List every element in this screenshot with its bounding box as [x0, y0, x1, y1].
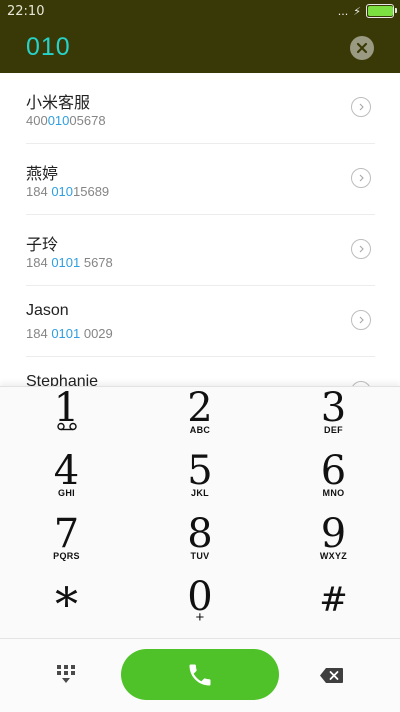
key-letters: GHI — [58, 488, 75, 498]
key-hash[interactable]: # — [267, 576, 400, 639]
chevron-right-icon — [359, 103, 364, 111]
contact-number: 184 01015689 — [26, 184, 110, 199]
contact-number: 184 0101 5678 — [26, 255, 113, 270]
key-digit: # — [319, 580, 348, 620]
contact-item[interactable]: 小米客服 40001005678 — [26, 73, 375, 144]
key-3[interactable]: 3 DEF — [267, 387, 400, 450]
battery-icon — [366, 4, 397, 18]
chevron-right-icon — [359, 316, 364, 324]
dialer-header: 22:10 ... ⚡ 010 — [0, 0, 400, 73]
key-digit: 6 — [320, 448, 347, 494]
matched-digits: 010 — [47, 113, 70, 128]
key-star[interactable]: * — [0, 576, 133, 639]
keypad-toggle-button[interactable] — [56, 664, 76, 684]
backspace-button[interactable] — [319, 667, 344, 684]
key-digit: 5 — [187, 448, 213, 494]
matched-digits: 0101 — [51, 255, 81, 270]
key-letters: WXYZ — [319, 551, 348, 561]
key-digit: 7 — [53, 511, 80, 557]
key-letters: TUV — [190, 551, 210, 561]
contact-name: 子玲 — [26, 237, 59, 254]
dialpad-icon — [57, 665, 75, 683]
key-6[interactable]: 6 MNO — [267, 450, 400, 513]
key-digit: * — [55, 577, 78, 631]
contact-name: Jason — [26, 302, 69, 319]
phone-icon — [189, 664, 211, 685]
clear-number-button[interactable] — [350, 36, 374, 60]
notification-dots: ... — [337, 4, 349, 18]
matched-digits: 0101 — [51, 326, 81, 341]
key-digit: 8 — [187, 511, 213, 557]
contact-item[interactable]: 燕婷 184 01015689 — [26, 144, 375, 215]
battery-level — [368, 6, 393, 16]
key-7[interactable]: 7 PQRS — [0, 513, 133, 576]
contact-number: 184 0101 0029 — [26, 326, 113, 341]
key-letters: DEF — [324, 425, 343, 435]
contact-detail-button[interactable] — [351, 168, 371, 188]
close-icon — [356, 42, 368, 54]
contact-match-list: 小米客服 40001005678 燕婷 184 01015689 子玲 184 … — [0, 73, 400, 386]
key-1[interactable]: 1 — [0, 387, 133, 450]
contact-name: 小米客服 — [26, 95, 91, 112]
voicemail-icon — [56, 422, 77, 431]
contact-item[interactable]: Jason 184 0101 0029 — [26, 286, 375, 357]
chevron-right-icon — [359, 174, 364, 182]
contact-detail-button[interactable] — [351, 97, 371, 117]
matched-digits: 010 — [51, 184, 74, 199]
call-button[interactable] — [121, 649, 279, 700]
status-icons: ... ⚡ — [337, 3, 397, 19]
dialed-number: 010 — [26, 33, 71, 61]
backspace-icon — [320, 668, 343, 683]
key-9[interactable]: 9 WXYZ — [267, 513, 400, 576]
key-5[interactable]: 5 JKL — [133, 450, 267, 513]
chevron-right-icon — [359, 245, 364, 253]
key-letters: + — [195, 609, 205, 626]
key-digit: 3 — [320, 385, 347, 431]
key-digit: 4 — [53, 448, 80, 494]
key-digit: 9 — [320, 511, 347, 557]
key-0[interactable]: 0 + — [133, 576, 267, 639]
dial-keypad: 1 2 ABC 3 DEF 4 GHI 5 JKL 6 MNO 7 PQRS 8… — [0, 386, 400, 639]
contact-item[interactable]: 子玲 184 0101 5678 — [26, 215, 375, 286]
contact-number: 40001005678 — [26, 113, 106, 128]
contact-item[interactable]: Stephanie — [26, 357, 375, 386]
key-letters: ABC — [189, 425, 211, 435]
key-2[interactable]: 2 ABC — [133, 387, 267, 450]
charging-bolt-icon: ⚡ — [353, 4, 361, 18]
contact-detail-button[interactable] — [351, 239, 371, 259]
key-4[interactable]: 4 GHI — [0, 450, 133, 513]
key-letters: MNO — [322, 488, 345, 498]
key-letters: PQRS — [53, 551, 80, 561]
contact-detail-button[interactable] — [351, 310, 371, 330]
status-time: 22:10 — [7, 4, 45, 19]
contact-name: 燕婷 — [26, 166, 59, 183]
key-8[interactable]: 8 TUV — [133, 513, 267, 576]
key-letters: JKL — [191, 488, 209, 498]
dialer-action-bar — [0, 638, 400, 712]
key-digit: 2 — [187, 385, 213, 431]
